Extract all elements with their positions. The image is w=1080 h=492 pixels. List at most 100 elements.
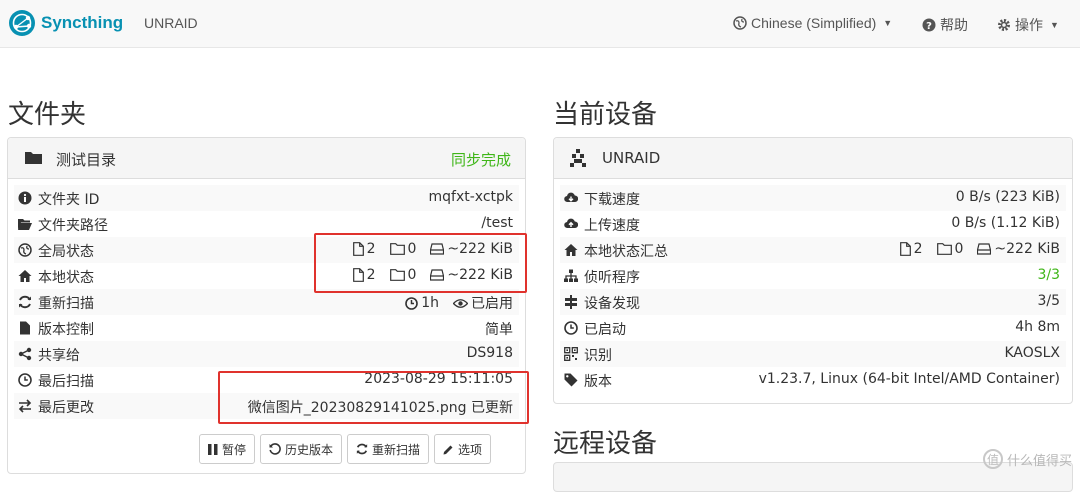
- row-label: 版本: [584, 374, 612, 390]
- device-panel-heading[interactable]: UNRAID: [554, 138, 1072, 179]
- help-link[interactable]: ? 帮助: [922, 15, 968, 35]
- home-icon: [564, 244, 578, 256]
- watermark-badge: 值: [982, 449, 1003, 469]
- row-label: 本地状态: [38, 270, 94, 286]
- row-shared-with: 共享给 DS918: [14, 341, 519, 367]
- file-solid-icon: [20, 321, 30, 335]
- sitemap-icon: [564, 269, 578, 282]
- versions-button[interactable]: 历史版本: [260, 434, 343, 464]
- pause-icon: [208, 443, 218, 455]
- shared-with-value: DS918: [466, 345, 513, 361]
- local-summary-value: 2 0 ~222 KiB: [899, 241, 1060, 257]
- brand-name[interactable]: Syncthing: [41, 13, 123, 33]
- row-listeners: 侦听程序 3/3: [560, 263, 1066, 289]
- row-label: 本地状态汇总: [584, 244, 668, 260]
- nav-device-name: UNRAID: [144, 15, 198, 31]
- watermark-text: 什么值得买: [1006, 453, 1072, 469]
- globe-icon: [18, 243, 32, 257]
- folders-heading: 文件夹: [8, 100, 87, 130]
- row-download-rate: 下载速度 0 B/s (223 KiB): [560, 185, 1066, 211]
- upload-rate-value: 0 B/s (1.12 KiB): [951, 215, 1060, 231]
- listeners-value[interactable]: 3/3: [1037, 267, 1060, 283]
- row-label: 上传速度: [584, 218, 640, 234]
- clock-icon: [564, 321, 578, 335]
- info-circle-icon: [18, 191, 32, 205]
- qrcode-icon: [564, 347, 578, 361]
- exchange-icon: [18, 399, 32, 413]
- dir-count: 0: [954, 241, 964, 257]
- clock-icon: [405, 296, 419, 310]
- discovery-value[interactable]: 3/5: [1037, 293, 1060, 309]
- file-icon: [899, 242, 911, 256]
- caret-down-icon: ▼: [1050, 20, 1059, 30]
- folder-id-value: mqfxt-xctpk: [428, 189, 514, 205]
- highlight-box-state: [314, 233, 527, 293]
- row-label: 文件夹路径: [38, 218, 108, 234]
- row-label: 最后扫描: [38, 374, 94, 390]
- rescan-button[interactable]: 重新扫描: [347, 434, 430, 464]
- folder-icon: [25, 152, 42, 164]
- question-circle-icon: ?: [922, 18, 936, 32]
- row-folder-id: 文件夹 ID mqfxt-xctpk: [14, 185, 519, 211]
- refresh-icon: [356, 443, 368, 455]
- pause-button[interactable]: 暂停: [199, 434, 256, 464]
- actions-label: 操作: [1015, 17, 1043, 33]
- options-label: 选项: [458, 442, 483, 457]
- row-version: 版本 v1.23.7, Linux (64-bit Intel/AMD Cont…: [560, 367, 1066, 393]
- rescan-interval: 1h: [421, 295, 439, 311]
- row-uptime: 已启动 4h 8m: [560, 315, 1066, 341]
- row-label: 重新扫描: [38, 296, 94, 312]
- row-discovery: 设备发现 3/5: [560, 289, 1066, 315]
- file-count: 2: [913, 241, 923, 257]
- actions-dropdown[interactable]: 操作 ▼: [997, 15, 1059, 35]
- eye-icon: [453, 298, 468, 308]
- share-alt-icon: [18, 347, 32, 361]
- language-label: Chinese (Simplified): [751, 15, 877, 31]
- row-label: 文件夹 ID: [38, 192, 100, 208]
- options-button[interactable]: 选项: [434, 434, 492, 464]
- row-label: 侦听程序: [584, 270, 640, 286]
- row-label: 设备发现: [584, 296, 640, 312]
- device-name: UNRAID: [602, 149, 661, 167]
- folder-panel-heading[interactable]: 测试目录 同步完成: [8, 138, 525, 179]
- row-label: 版本控制: [38, 322, 94, 338]
- row-label: 共享给: [38, 348, 80, 364]
- navbar: Syncthing UNRAID Chinese (Simplified) ▼ …: [0, 0, 1080, 48]
- globe-icon: [733, 16, 747, 30]
- device-panel: UNRAID 下载速度 0 B/s (223 KiB) 上传速度 0 B/s (…: [553, 137, 1073, 404]
- folder-name: 测试目录: [56, 151, 117, 169]
- cloud-download-icon: [564, 192, 578, 203]
- gear-icon: [998, 19, 1010, 31]
- history-icon: [269, 443, 281, 455]
- row-label: 下载速度: [584, 192, 640, 208]
- rescan-value: 1h 已启用: [405, 293, 513, 313]
- row-versioning: 版本控制 简单: [14, 315, 519, 341]
- this-device-heading: 当前设备: [553, 100, 658, 130]
- device-id-value[interactable]: KAOSLX: [1004, 345, 1060, 361]
- row-local-summary: 本地状态汇总 2 0 ~222 KiB: [560, 237, 1066, 263]
- svg-text:?: ?: [926, 21, 932, 32]
- cloud-upload-icon: [564, 218, 578, 229]
- row-label: 识别: [584, 348, 612, 364]
- language-dropdown[interactable]: Chinese (Simplified) ▼: [733, 15, 892, 31]
- row-label: 最后更改: [38, 400, 94, 416]
- folder-button-group: 暂停 历史版本 重新扫描 选项: [199, 434, 492, 464]
- row-label: 已启动: [584, 322, 626, 338]
- device-identicon-icon: [570, 149, 586, 167]
- download-rate-value: 0 B/s (223 KiB): [955, 189, 1060, 205]
- folder-outline-icon: [936, 243, 952, 255]
- watermark: 值 什么值得买: [982, 449, 1072, 469]
- uptime-value: 4h 8m: [1015, 319, 1060, 335]
- syncthing-logo-icon[interactable]: [8, 9, 36, 37]
- signpost-icon: [565, 295, 577, 309]
- version-value: v1.23.7, Linux (64-bit Intel/AMD Contain…: [758, 371, 1060, 387]
- watch-status: 已启用: [471, 296, 513, 312]
- clock-icon: [18, 373, 32, 387]
- row-label: 全局状态: [38, 244, 94, 260]
- folder-path-value: /test: [481, 215, 513, 231]
- remote-devices-heading: 远程设备: [553, 429, 658, 459]
- tag-icon: [564, 373, 578, 387]
- highlight-box-last-change: [218, 371, 529, 424]
- caret-down-icon: ▼: [883, 18, 893, 28]
- versions-label: 历史版本: [285, 442, 334, 457]
